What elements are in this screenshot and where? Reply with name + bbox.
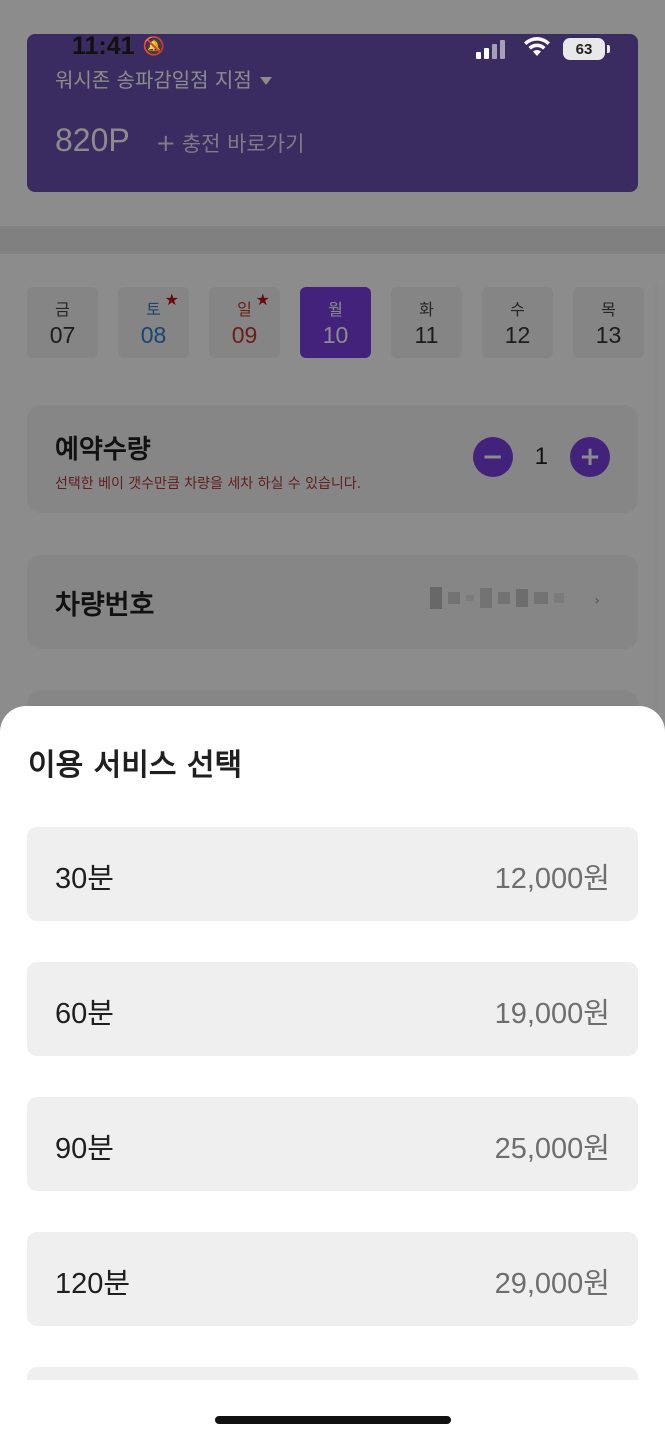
battery-level: 63 xyxy=(575,40,593,58)
service-duration: 60분 xyxy=(55,998,114,1030)
home-indicator[interactable] xyxy=(215,1416,451,1424)
sheet-title: 이용 서비스 선택 xyxy=(28,748,243,783)
service-price: 19,000원 xyxy=(494,998,610,1030)
service-bottom-sheet: 이용 서비스 선택 30분 12,000원 60분 19,000원 90분 25… xyxy=(0,706,665,1440)
service-price: 25,000원 xyxy=(494,1133,610,1165)
status-time: 11:41 🔕 xyxy=(72,32,165,61)
service-option[interactable]: 60분 19,000원 xyxy=(27,962,638,1056)
service-duration: 120분 xyxy=(55,1268,131,1300)
cellular-signal-icon xyxy=(476,40,505,59)
service-duration: 30분 xyxy=(55,863,114,895)
service-duration: 90분 xyxy=(55,1133,114,1165)
service-option[interactable]: 90분 25,000원 xyxy=(27,1097,638,1191)
bottom-safe-area xyxy=(0,1380,665,1440)
status-bar: 11:41 🔕 63 xyxy=(0,0,665,100)
status-time-text: 11:41 xyxy=(72,32,135,60)
wifi-icon xyxy=(524,37,550,56)
bell-off-icon: 🔕 xyxy=(142,36,165,56)
service-option[interactable]: 30분 12,000원 xyxy=(27,827,638,921)
service-price: 29,000원 xyxy=(494,1268,610,1300)
battery-icon: 63 xyxy=(563,38,610,60)
service-option[interactable]: 120분 29,000원 xyxy=(27,1232,638,1326)
service-price: 12,000원 xyxy=(494,863,610,895)
